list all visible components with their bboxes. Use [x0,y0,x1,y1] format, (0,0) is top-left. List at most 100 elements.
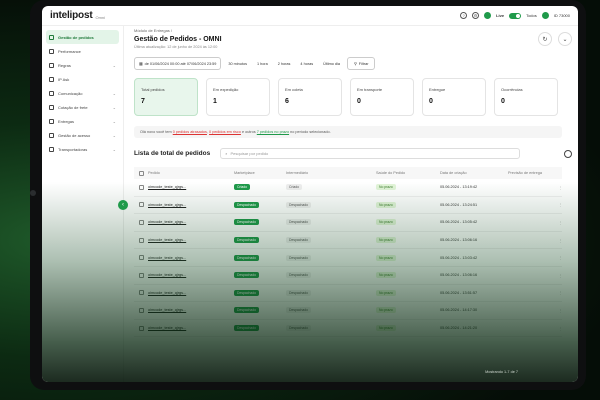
row-menu-icon[interactable]: ⋮ [548,255,562,260]
row-checkbox[interactable] [139,237,144,243]
order-link[interactable]: oimcode_teste_qjrgs... [148,273,186,277]
column-header[interactable]: Pedido [148,171,234,175]
order-link[interactable]: oimcode_teste_qjrgs... [148,203,186,207]
table-row[interactable]: oimcode_teste_qjrgs... Despachado Despacha… [134,267,562,285]
row-checkbox[interactable] [139,219,144,225]
table-row[interactable]: oimcode_teste_qjrgs... Criado Criado No pra… [134,179,562,197]
risk-orders-link[interactable]: 0 pedidos em risco [209,130,241,134]
chevron-down-icon: ⌄ [112,90,116,96]
sidebar-item[interactable]: Cotação de frete ⌄ [46,100,119,114]
row-menu-icon[interactable]: ⋮ [548,185,562,190]
summary-card[interactable]: Em transporte 0 [350,78,414,116]
column-header[interactable]: Saúde do Pedido [376,171,440,175]
summary-card[interactable]: Em expedição 1 [206,78,270,116]
sidebar-item[interactable]: Regras ⌄ [46,58,119,72]
user-avatar[interactable] [541,12,549,19]
row-menu-icon[interactable]: ⋮ [548,273,562,278]
sidebar-item[interactable]: Gestão de acesso ⌄ [46,128,119,142]
help-icon[interactable]: ? [460,12,468,19]
marketplace-cell: Despachado [234,289,286,296]
time-range-option[interactable]: 1 hora [254,62,271,66]
sidebar-item[interactable]: Transportadoras ⌄ [46,142,119,156]
intermediary-cell: Despachado [286,201,376,208]
time-range-option[interactable]: 2 horas [275,62,294,66]
row-menu-icon[interactable]: ⋮ [548,290,562,295]
table-row[interactable]: oimcode_teste_qjrgs... Despachado Despacha… [134,285,562,303]
row-menu-icon[interactable]: ⋮ [548,308,562,313]
marketplace-cell: Despachado [234,219,286,226]
sidebar-item[interactable]: Gestão de pedidos [46,30,119,44]
column-header[interactable]: Data de criação [440,171,508,175]
intermediary-cell: Despachado [286,307,376,314]
app-screen: intelipost Omni ? ⚙ Live Todos ID 73000 … [42,6,578,382]
table-row[interactable]: oimcode_teste_qjrgs... Despachado Despacha… [134,320,562,338]
order-link[interactable]: oimcode_teste_qjrgs... [148,238,186,242]
summary-card[interactable]: Entregue 0 [422,78,486,116]
table-row[interactable]: oimcode_teste_qjrgs... Despachado Despacha… [134,197,562,215]
app-logo[interactable]: intelipost [50,10,93,21]
row-checkbox[interactable] [139,272,144,278]
sidebar-item[interactable]: Performance [46,44,119,58]
row-menu-icon[interactable]: ⋮ [548,238,562,243]
sidebar-collapse-button[interactable]: ‹ [118,200,128,210]
column-header[interactable]: Marketplace [234,171,286,175]
intermediary-status-badge: Despachado [286,219,312,226]
search-input[interactable]: ⌕ Pesquisar por pedido [220,148,521,159]
row-checkbox[interactable] [139,255,144,261]
health-badge: No prazo [376,237,396,244]
sidebar-item[interactable]: Comunicação ⌄ [46,86,119,100]
search-placeholder: Pesquisar por pedido [230,151,269,156]
sidebar-item[interactable]: IP Ask [46,72,119,86]
table-row[interactable]: oimcode_teste_qjrgs... Despachado Despacha… [134,249,562,267]
column-header[interactable]: Previsão de entrega [508,171,548,175]
row-select-cell [134,325,148,331]
row-checkbox[interactable] [139,307,144,313]
order-link[interactable]: oimcode_teste_qjrgs... [148,220,186,224]
date-range-picker[interactable]: ▦ de 01/06/2024 00:00 até 07/06/2024 23:… [134,57,222,70]
row-checkbox[interactable] [139,202,144,208]
table-row[interactable]: oimcode_teste_qjrgs... Despachado Despacha… [134,214,562,232]
column-header[interactable]: Intermediário [286,171,376,175]
avatar[interactable] [484,12,492,19]
summary-card[interactable]: Em coleta 6 [278,78,342,116]
health-cell: No prazo [376,289,440,296]
chevron-down-icon: ⌄ [112,62,116,68]
table-row[interactable]: oimcode_teste_qjrgs... Despachado Despacha… [134,302,562,320]
table-row[interactable]: oimcode_teste_qjrgs... Despachado Despacha… [134,232,562,250]
time-range-option[interactable]: Último dia [320,62,343,66]
marketplace-cell: Despachado [234,254,286,261]
list-title: Lista de total de pedidos [134,150,211,157]
time-range-option[interactable]: 4 horas [297,62,316,66]
row-checkbox[interactable] [139,325,144,331]
select-all-checkbox[interactable] [139,170,144,176]
late-orders-link[interactable]: 0 pedidos atrasados [173,130,207,134]
created-date-cell: 05.06.2024 - 13:05:42 [440,220,478,225]
filter-button[interactable]: ⚲ Filtrar [346,57,376,70]
time-range-option[interactable]: 30 minutos [225,62,250,66]
columns-settings-icon[interactable] [564,149,572,158]
row-menu-icon[interactable]: ⋮ [548,220,562,225]
settings-icon[interactable]: ⚙ [472,12,480,19]
breadcrumb[interactable]: Módulo de Entregas / [134,28,572,33]
summary-card[interactable]: Total pedidos 7 [134,78,198,116]
user-code[interactable]: ID 73000 [554,13,570,18]
marketplace-status-badge: Criado [234,184,250,191]
table-header-row: Pedido Marketplace Intermediário Saúde do P… [134,167,562,179]
sidebar-item[interactable]: Entregas ⌄ [46,114,119,128]
summary-card[interactable]: Ocorrências 0 [494,78,558,116]
row-checkbox[interactable] [139,290,144,296]
created-date-cell: 05.06.2024 - 14:21:20 [440,326,478,331]
order-link[interactable]: oimcode_teste_qjrgs... [148,291,186,295]
row-checkbox[interactable] [139,184,144,190]
refresh-button[interactable]: ↻ [538,32,552,46]
row-menu-icon[interactable]: ⋮ [548,326,562,331]
ontime-orders-link[interactable]: 7 pedidos no prazo [257,130,289,134]
order-link[interactable]: oimcode_teste_qjrgs... [148,308,186,312]
order-link[interactable]: oimcode_teste_qjrgs... [148,185,186,189]
list-header: Lista de total de pedidos ⌕ Pesquisar po… [134,148,572,159]
live-toggle[interactable] [509,12,522,19]
options-button[interactable]: ⌄ [558,32,572,46]
order-link[interactable]: oimcode_teste_qjrgs... [148,326,186,330]
row-menu-icon[interactable]: ⋮ [548,202,562,207]
order-link[interactable]: oimcode_teste_qjrgs... [148,256,186,260]
